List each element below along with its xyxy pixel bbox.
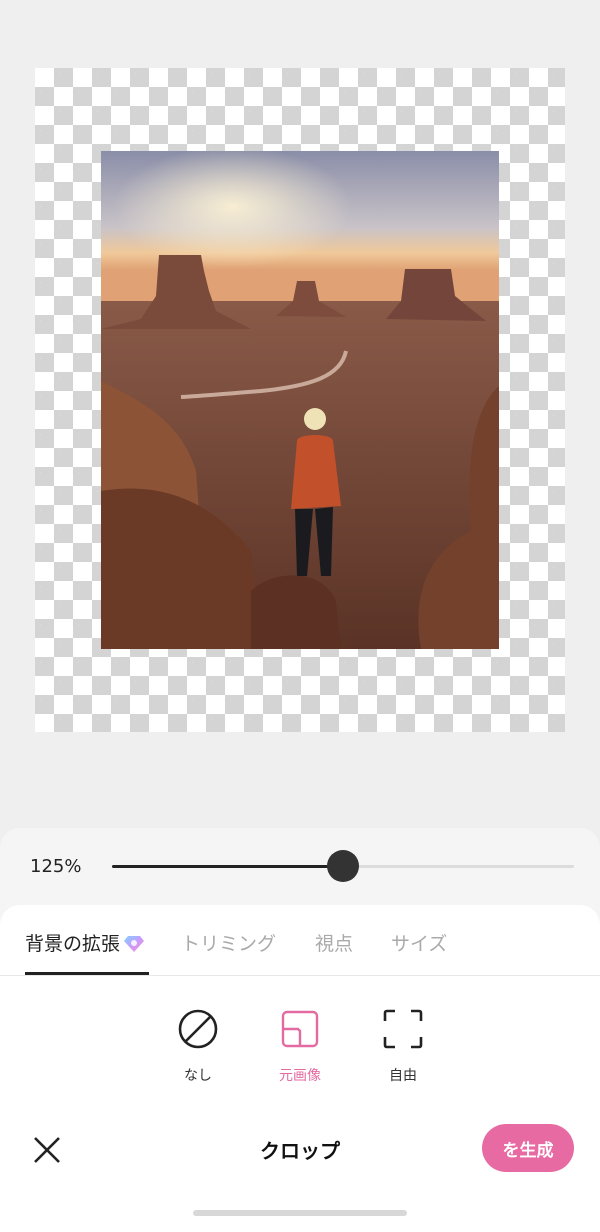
crop-option-original[interactable]: 元画像	[255, 1005, 345, 1085]
none-icon	[153, 1005, 243, 1053]
freeform-icon	[358, 1005, 448, 1053]
tab-size[interactable]: サイズ	[391, 929, 447, 956]
bottom-sheet: 背景の拡張 トリミング 視点 サイズ なし 元画像 自由 クロップ を生成	[0, 905, 600, 1232]
generate-button[interactable]: を生成	[482, 1124, 574, 1172]
gem-icon	[124, 935, 145, 958]
tab-background-expand[interactable]: 背景の拡張	[25, 929, 145, 958]
home-indicator	[193, 1210, 407, 1216]
tab-trimming[interactable]: トリミング	[181, 929, 276, 956]
crop-option-free[interactable]: 自由	[358, 1005, 448, 1085]
expanded-canvas[interactable]	[35, 68, 565, 732]
active-tab-indicator	[25, 972, 149, 975]
original-ratio-icon	[255, 1005, 345, 1053]
crop-option-none[interactable]: なし	[153, 1005, 243, 1085]
zoom-slider-thumb[interactable]	[327, 850, 359, 882]
zoom-value: 125%	[30, 856, 82, 877]
zoom-slider-fill	[112, 865, 343, 868]
zoom-slider[interactable]	[112, 850, 574, 882]
tab-bar: 背景の拡張 トリミング 視点 サイズ	[0, 905, 600, 976]
tab-perspective[interactable]: 視点	[315, 929, 353, 956]
source-photo	[101, 151, 499, 649]
